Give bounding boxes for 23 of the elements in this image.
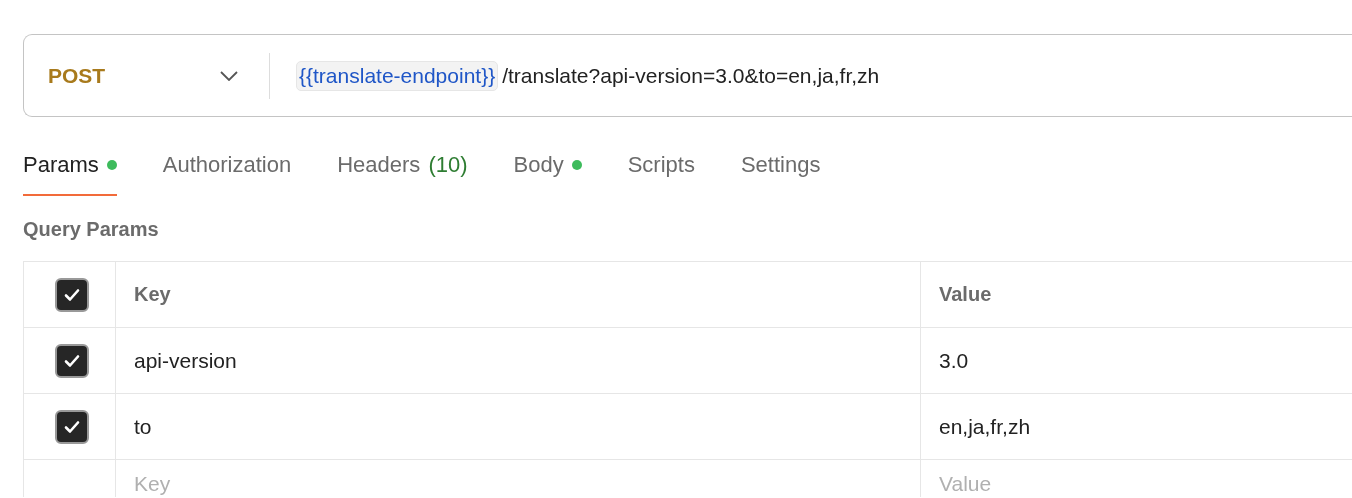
checkbox[interactable]	[54, 409, 89, 444]
column-header: Value	[939, 283, 992, 306]
tab[interactable]: Scripts	[627, 152, 695, 196]
tab[interactable]: Params	[23, 152, 117, 196]
variable-chip[interactable]: {{translate-endpoint}}	[296, 60, 499, 91]
key-input[interactable]: Key	[134, 472, 434, 496]
url-text: /translate?api-version=3.0&to=en,ja,fr,zh	[502, 63, 880, 88]
table-cell: en,ja,fr,zh	[939, 414, 1031, 439]
checkbox[interactable]	[54, 343, 89, 378]
tab[interactable]: Settings	[740, 152, 821, 196]
tab[interactable]: Authorization	[162, 152, 292, 196]
table-cell: api-version	[134, 348, 237, 373]
tab[interactable]: Headers (10)	[337, 152, 468, 196]
method-dropdown[interactable]: POST	[48, 63, 238, 88]
chevron-down-icon	[220, 70, 238, 81]
section-title: Query Params	[23, 218, 160, 241]
column-header: Key	[134, 283, 171, 306]
tab[interactable]: Body	[513, 152, 582, 196]
checkbox[interactable]	[54, 277, 89, 312]
header-count: (10)	[428, 152, 468, 178]
value-input[interactable]: Value	[939, 472, 1239, 496]
table-cell: to	[134, 414, 152, 439]
table-cell: 3.0	[939, 348, 969, 373]
